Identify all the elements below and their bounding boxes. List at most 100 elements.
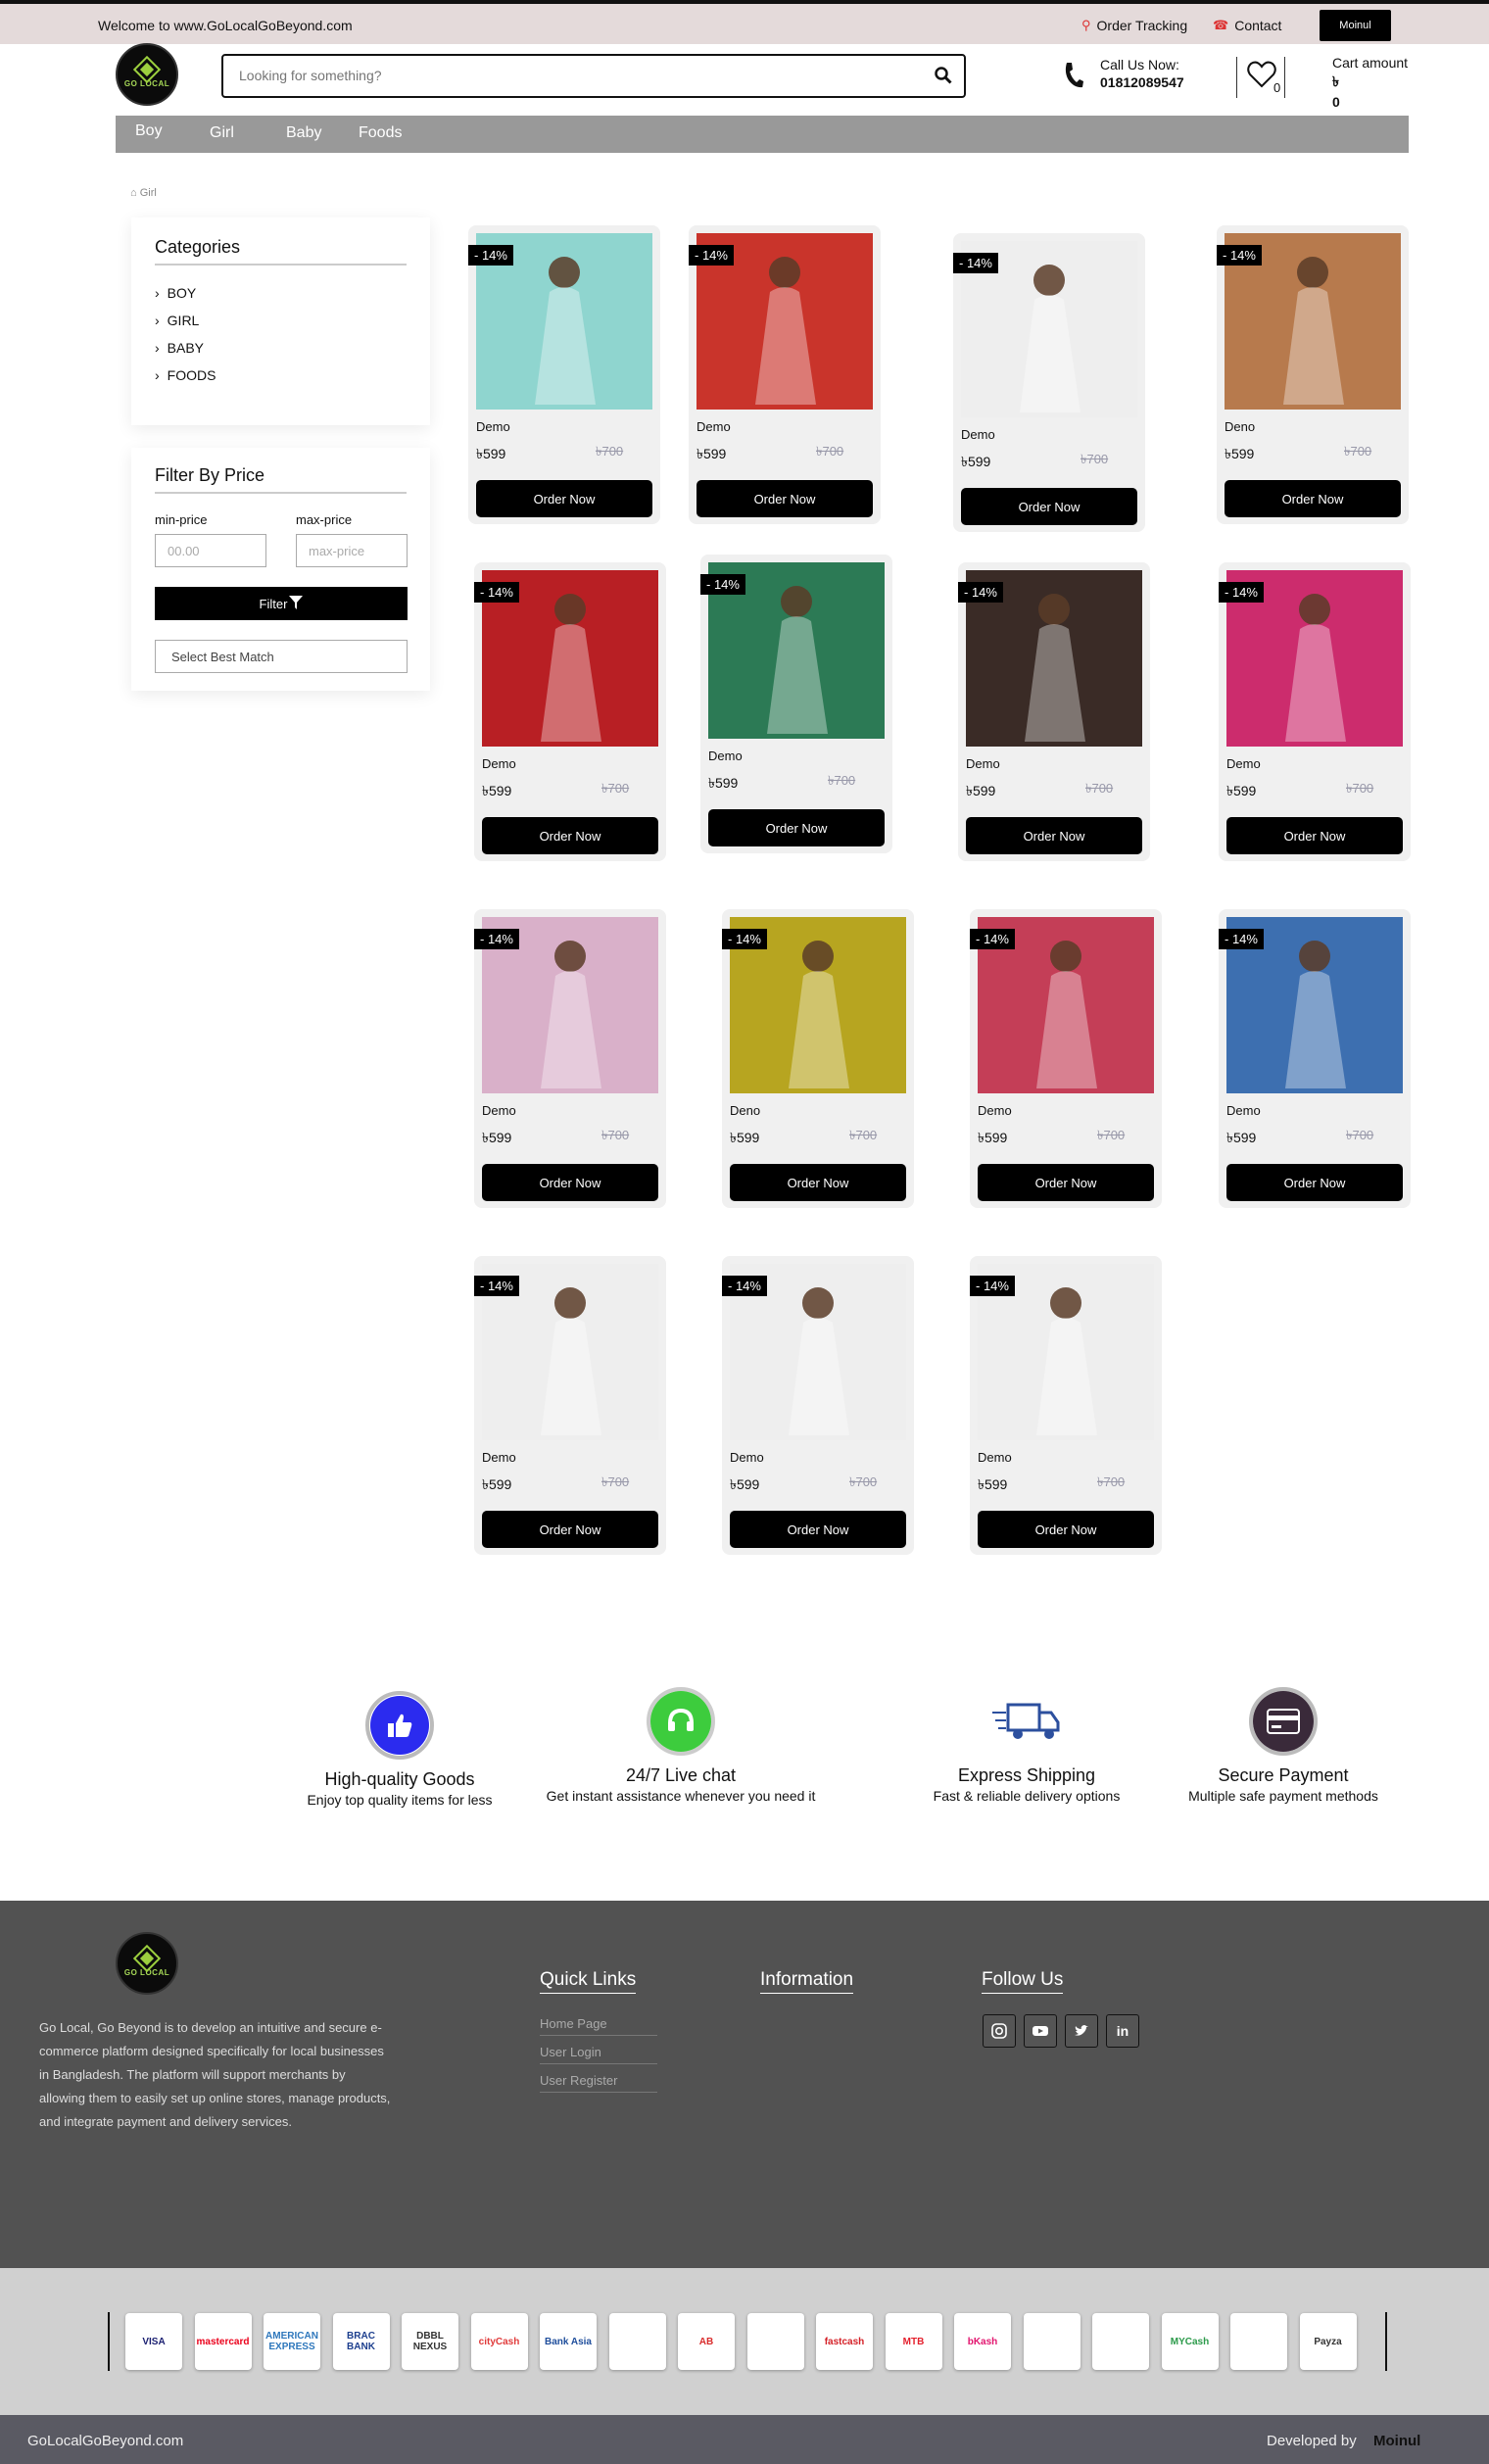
order-now-button[interactable]: Order Now [482, 1164, 658, 1201]
youtube-icon[interactable] [1024, 2014, 1057, 2048]
order-now-button[interactable]: Order Now [1225, 480, 1401, 517]
home-icon[interactable]: ⌂ [130, 187, 137, 199]
search-input[interactable] [239, 56, 905, 95]
nav-item-baby[interactable]: Baby [286, 124, 321, 142]
nav-item-boy[interactable]: Boy [135, 122, 163, 140]
product-card[interactable]: - 14% Demo ৳599 ৳700 Order Now [474, 909, 666, 1208]
product-card[interactable]: - 14% Demo ৳599 ৳700 Order Now [970, 909, 1162, 1208]
order-now-button[interactable]: Order Now [476, 480, 652, 517]
welcome-text: Welcome to www.GoLocalGoBeyond.com [98, 18, 353, 33]
payment-logo [608, 2313, 666, 2370]
feature-quality: High-quality Goods Enjoy top quality ite… [243, 1691, 556, 1808]
product-card[interactable]: - 14% Demo ৳599 ৳700 Order Now [700, 555, 892, 853]
product-card[interactable]: - 14% Deno ৳599 ৳700 Order Now [722, 909, 914, 1208]
product-card[interactable]: - 14% Demo ৳599 ৳700 Order Now [970, 1256, 1162, 1555]
filter-button[interactable]: Filter [155, 587, 408, 620]
product-card[interactable]: - 14% Demo ৳599 ৳700 Order Now [474, 562, 666, 861]
category-item-foods[interactable]: › FOODS [155, 362, 430, 389]
min-price-input[interactable]: 00.00 [155, 534, 266, 567]
product-old-price: ৳700 [596, 444, 624, 459]
information-title: Information [760, 1969, 854, 1994]
sort-select[interactable]: Select Best Match [155, 640, 408, 673]
max-price-input[interactable]: max-price [296, 534, 408, 567]
nav-item-foods[interactable]: Foods [359, 124, 402, 142]
order-now-button[interactable]: Order Now [978, 1511, 1154, 1548]
payment-logo: VISA [125, 2313, 182, 2370]
feature-circle [365, 1691, 434, 1760]
product-name: Deno [1225, 419, 1256, 434]
order-now-button[interactable]: Order Now [978, 1164, 1154, 1201]
product-card[interactable]: - 14% Demo ৳599 ৳700 Order Now [468, 225, 660, 524]
product-card[interactable]: - 14% Demo ৳599 ৳700 Order Now [474, 1256, 666, 1555]
discount-badge: - 14% [1219, 929, 1264, 949]
order-now-button[interactable]: Order Now [966, 817, 1142, 854]
wishlist-button[interactable]: 0 [1236, 57, 1285, 98]
order-now-button[interactable]: Order Now [482, 817, 658, 854]
quick-link-register[interactable]: User Register [540, 2073, 657, 2093]
order-now-button[interactable]: Order Now [708, 809, 885, 846]
product-price: ৳599 [978, 1130, 1008, 1145]
cart-block[interactable]: Cart amount ৳ 0 [1332, 55, 1408, 110]
product-name: Demo [1226, 756, 1261, 771]
category-item-girl[interactable]: › GIRL [155, 307, 430, 334]
order-now-button[interactable]: Order Now [730, 1511, 906, 1548]
order-now-button[interactable]: Order Now [1226, 1164, 1403, 1201]
payment-logo: bKash [954, 2313, 1011, 2370]
user-account-button[interactable]: Moinul [1320, 10, 1391, 41]
developer-name[interactable]: Moinul [1373, 2433, 1420, 2449]
discount-badge: - 14% [953, 253, 998, 273]
quick-link-login[interactable]: User Login [540, 2045, 657, 2064]
discount-badge: - 14% [689, 245, 734, 266]
product-card[interactable]: - 14% Demo ৳599 ৳700 Order Now [953, 233, 1145, 532]
quick-links-title: Quick Links [540, 1969, 637, 1994]
product-name: Demo [730, 1450, 764, 1465]
discount-badge: - 14% [970, 929, 1015, 949]
category-item-baby[interactable]: › BABY [155, 334, 430, 362]
payment-logo: AMERICAN EXPRESS [264, 2313, 320, 2370]
product-card[interactable]: - 14% Demo ৳599 ৳700 Order Now [958, 562, 1150, 861]
filter-title: Filter By Price [155, 465, 407, 494]
product-price: ৳599 [476, 446, 506, 461]
top-bar: Welcome to www.GoLocalGoBeyond.com ⚲ Ord… [0, 0, 1489, 44]
instagram-icon[interactable] [983, 2014, 1016, 2048]
product-old-price: ৳700 [828, 773, 856, 788]
order-now-button[interactable]: Order Now [696, 480, 873, 517]
product-card[interactable]: - 14% Demo ৳599 ৳700 Order Now [1219, 909, 1411, 1208]
product-name: Demo [1226, 1103, 1261, 1118]
order-tracking-link[interactable]: ⚲ Order Tracking [1081, 18, 1187, 33]
funnel-icon [289, 595, 304, 612]
product-card[interactable]: - 14% Demo ৳599 ৳700 Order Now [1219, 562, 1411, 861]
product-price: ৳599 [1226, 783, 1257, 798]
product-old-price: ৳700 [1097, 1128, 1126, 1142]
payment-logo: cityCash [470, 2313, 528, 2370]
contact-link[interactable]: ☎ Contact [1213, 18, 1281, 33]
categories-title: Categories [155, 237, 407, 266]
twitter-icon[interactable] [1065, 2014, 1098, 2048]
call-number[interactable]: 01812089547 [1100, 74, 1184, 90]
quick-link-home[interactable]: Home Page [540, 2016, 657, 2036]
payment-logo: AB [678, 2313, 735, 2370]
discount-badge: - 14% [700, 574, 745, 595]
product-card[interactable]: - 14% Demo ৳599 ৳700 Order Now [722, 1256, 914, 1555]
product-name: Demo [708, 749, 743, 763]
payment-logo [746, 2313, 804, 2370]
cart-amount: 0 [1332, 94, 1340, 110]
linkedin-icon[interactable]: in [1106, 2014, 1139, 2048]
order-now-button[interactable]: Order Now [730, 1164, 906, 1201]
order-now-button[interactable]: Order Now [961, 488, 1137, 525]
order-now-button[interactable]: Order Now [1226, 817, 1403, 854]
feature-circle [992, 1687, 1061, 1756]
min-price-label: min-price [155, 512, 208, 527]
search-icon[interactable] [935, 67, 952, 87]
product-card[interactable]: - 14% Demo ৳599 ৳700 Order Now [689, 225, 881, 524]
category-item-boy[interactable]: › BOY [155, 279, 430, 307]
nav-item-girl[interactable]: Girl [210, 124, 234, 142]
order-now-button[interactable]: Order Now [482, 1511, 658, 1548]
headset-icon [650, 1691, 711, 1752]
payment-logo: BRAC BANK [332, 2313, 390, 2370]
footer-logo[interactable]: GO LOCAL [116, 1932, 178, 1995]
discount-badge: - 14% [970, 1276, 1015, 1296]
site-logo[interactable]: GO LOCAL [116, 43, 178, 106]
chevron-right-icon: › [155, 340, 160, 356]
product-card[interactable]: - 14% Deno ৳599 ৳700 Order Now [1217, 225, 1409, 524]
